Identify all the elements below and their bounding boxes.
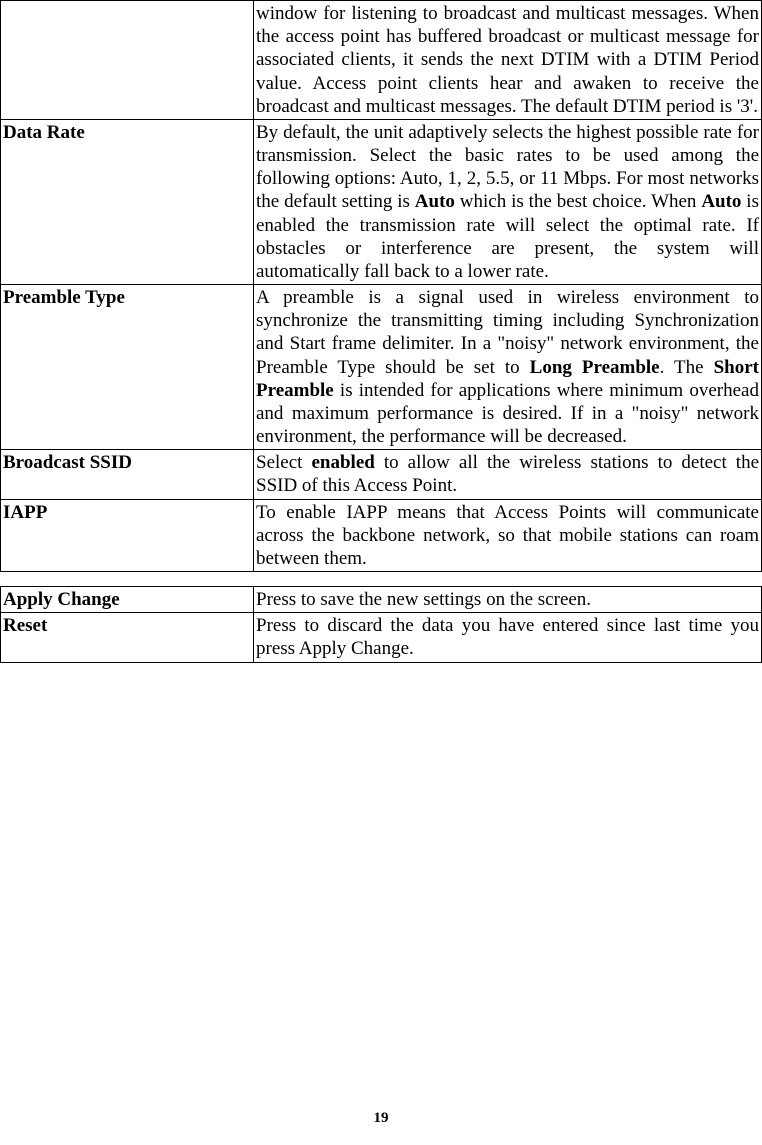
row-description: Press to save the new settings on the sc… — [254, 587, 762, 613]
page-number: 19 — [0, 1110, 762, 1127]
row-label: Data Rate — [1, 119, 254, 284]
table-row: Data RateBy default, the unit adaptively… — [1, 119, 762, 284]
row-label — [1, 1, 254, 120]
table-row: Preamble TypeA preamble is a signal used… — [1, 285, 762, 450]
row-label: Preamble Type — [1, 285, 254, 450]
row-description: Select enabled to allow all the wireless… — [254, 450, 762, 499]
row-label: IAPP — [1, 499, 254, 572]
parameters-table-2: Apply ChangePress to save the new settin… — [0, 586, 762, 663]
table-row: IAPPTo enable IAPP means that Access Poi… — [1, 499, 762, 572]
row-description: A preamble is a signal used in wireless … — [254, 285, 762, 450]
parameters-table-1: window for listening to broadcast and mu… — [0, 0, 762, 572]
row-label: Reset — [1, 613, 254, 662]
table-row: Apply ChangePress to save the new settin… — [1, 587, 762, 613]
table-row: ResetPress to discard the data you have … — [1, 613, 762, 662]
table-gap — [0, 572, 762, 586]
row-label: Apply Change — [1, 587, 254, 613]
parameters-table-1-body: window for listening to broadcast and mu… — [1, 1, 762, 572]
parameters-table-2-body: Apply ChangePress to save the new settin… — [1, 587, 762, 663]
row-description: To enable IAPP means that Access Points … — [254, 499, 762, 572]
table-row: Broadcast SSIDSelect enabled to allow al… — [1, 450, 762, 499]
row-description: window for listening to broadcast and mu… — [254, 1, 762, 120]
table-row: window for listening to broadcast and mu… — [1, 1, 762, 120]
row-description: By default, the unit adaptively selects … — [254, 119, 762, 284]
page-content: window for listening to broadcast and mu… — [0, 0, 762, 663]
row-label: Broadcast SSID — [1, 450, 254, 499]
row-description: Press to discard the data you have enter… — [254, 613, 762, 662]
